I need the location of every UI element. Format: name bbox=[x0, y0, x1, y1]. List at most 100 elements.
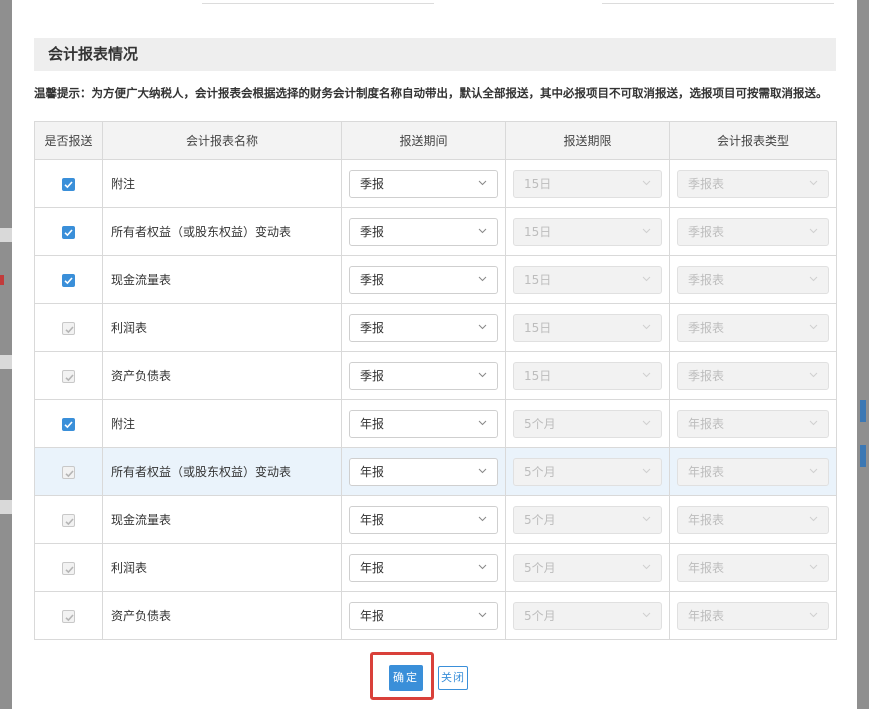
period-select[interactable]: 年报 bbox=[349, 409, 498, 438]
deadline-cell: 5个月 bbox=[505, 447, 670, 496]
report-type-select: 季报表 bbox=[677, 265, 829, 294]
report-type-select: 季报表 bbox=[677, 169, 829, 198]
period-cell: 年报 bbox=[341, 495, 506, 544]
send-cell bbox=[34, 495, 103, 544]
deadline-select: 5个月 bbox=[513, 457, 662, 486]
period-value: 季报 bbox=[360, 368, 385, 383]
period-value: 季报 bbox=[360, 176, 385, 191]
period-cell: 季报 bbox=[341, 255, 506, 304]
report-type-select: 年报表 bbox=[677, 553, 829, 582]
top-field-right bbox=[602, 0, 834, 4]
table-row: 利润表 年报 5个月 年报表 bbox=[34, 543, 837, 592]
period-select[interactable]: 年报 bbox=[349, 601, 498, 630]
deadline-cell: 5个月 bbox=[505, 399, 670, 448]
period-value: 季报 bbox=[360, 224, 385, 239]
period-cell: 年报 bbox=[341, 447, 506, 496]
deadline-cell: 15日 bbox=[505, 159, 670, 208]
deadline-cell: 15日 bbox=[505, 207, 670, 256]
deadline-value: 15日 bbox=[524, 176, 552, 191]
period-select[interactable]: 季报 bbox=[349, 265, 498, 294]
report-name-cell: 附注 bbox=[102, 399, 342, 448]
period-cell: 年报 bbox=[341, 591, 506, 640]
report-type-cell: 年报表 bbox=[669, 495, 837, 544]
report-dialog: 会计报表情况 温馨提示：为方便广大纳税人，会计报表会根据选择的财务会计制度名称自… bbox=[12, 0, 857, 709]
deadline-select: 5个月 bbox=[513, 601, 662, 630]
report-table: 是否报送 会计报表名称 报送期间 报送期限 会计报表类型 附注 季报 15日 季报表所… bbox=[34, 121, 837, 640]
deadline-value: 15日 bbox=[524, 272, 552, 287]
period-select[interactable]: 季报 bbox=[349, 361, 498, 390]
period-cell: 季报 bbox=[341, 303, 506, 352]
background-page-right bbox=[857, 0, 869, 709]
header-report-name: 会计报表名称 bbox=[102, 121, 342, 160]
table-header-row: 是否报送 会计报表名称 报送期间 报送期限 会计报表类型 bbox=[34, 121, 837, 160]
deadline-cell: 5个月 bbox=[505, 495, 670, 544]
report-type-select: 季报表 bbox=[677, 217, 829, 246]
report-name-cell: 资产负债表 bbox=[102, 351, 342, 400]
period-value: 年报 bbox=[360, 416, 385, 431]
report-type-value: 年报表 bbox=[688, 416, 725, 431]
report-type-select: 年报表 bbox=[677, 409, 829, 438]
period-select[interactable]: 季报 bbox=[349, 217, 498, 246]
send-cell bbox=[34, 447, 103, 496]
send-checkbox[interactable] bbox=[62, 273, 75, 287]
send-cell bbox=[34, 351, 103, 400]
deadline-select: 15日 bbox=[513, 361, 662, 390]
send-checkbox bbox=[62, 465, 75, 479]
deadline-select: 5个月 bbox=[513, 409, 662, 438]
deadline-value: 5个月 bbox=[524, 560, 556, 575]
send-cell bbox=[34, 207, 103, 256]
period-select[interactable]: 年报 bbox=[349, 553, 498, 582]
report-type-value: 年报表 bbox=[688, 608, 725, 623]
tip-text: 温馨提示：为方便广大纳税人，会计报表会根据选择的财务会计制度名称自动带出，默认全… bbox=[34, 86, 828, 100]
deadline-value: 15日 bbox=[524, 224, 552, 239]
close-button[interactable]: 关闭 bbox=[438, 666, 468, 690]
table-row: 所有者权益（或股东权益）变动表 季报 15日 季报表 bbox=[34, 207, 837, 256]
deadline-cell: 15日 bbox=[505, 255, 670, 304]
period-select[interactable]: 年报 bbox=[349, 505, 498, 534]
report-name-cell: 所有者权益（或股东权益）变动表 bbox=[102, 207, 342, 256]
report-type-cell: 季报表 bbox=[669, 159, 837, 208]
report-type-value: 年报表 bbox=[688, 464, 725, 479]
report-type-cell: 季报表 bbox=[669, 351, 837, 400]
deadline-select: 15日 bbox=[513, 265, 662, 294]
period-cell: 年报 bbox=[341, 543, 506, 592]
deadline-cell: 5个月 bbox=[505, 591, 670, 640]
period-select[interactable]: 年报 bbox=[349, 457, 498, 486]
send-cell bbox=[34, 255, 103, 304]
report-type-cell: 年报表 bbox=[669, 543, 837, 592]
period-value: 年报 bbox=[360, 512, 385, 527]
send-cell bbox=[34, 591, 103, 640]
report-type-value: 季报表 bbox=[688, 272, 725, 287]
table-row: 所有者权益（或股东权益）变动表 年报 5个月 年报表 bbox=[34, 447, 837, 496]
period-cell: 季报 bbox=[341, 351, 506, 400]
deadline-cell: 15日 bbox=[505, 303, 670, 352]
report-type-select: 年报表 bbox=[677, 601, 829, 630]
report-name-cell: 现金流量表 bbox=[102, 255, 342, 304]
table-row: 现金流量表 季报 15日 季报表 bbox=[34, 255, 837, 304]
report-type-value: 年报表 bbox=[688, 560, 725, 575]
report-type-value: 季报表 bbox=[688, 224, 725, 239]
send-checkbox[interactable] bbox=[62, 225, 75, 239]
period-select[interactable]: 季报 bbox=[349, 313, 498, 342]
confirm-button[interactable]: 确定 bbox=[389, 665, 423, 691]
button-area: 确定 关闭 bbox=[370, 652, 490, 702]
deadline-select: 15日 bbox=[513, 217, 662, 246]
report-type-cell: 季报表 bbox=[669, 303, 837, 352]
period-value: 年报 bbox=[360, 464, 385, 479]
report-type-select: 年报表 bbox=[677, 505, 829, 534]
send-cell bbox=[34, 543, 103, 592]
period-cell: 季报 bbox=[341, 159, 506, 208]
report-name-cell: 附注 bbox=[102, 159, 342, 208]
period-value: 季报 bbox=[360, 320, 385, 335]
deadline-select: 15日 bbox=[513, 313, 662, 342]
send-checkbox[interactable] bbox=[62, 417, 75, 431]
period-cell: 季报 bbox=[341, 207, 506, 256]
period-select[interactable]: 季报 bbox=[349, 169, 498, 198]
report-name-cell: 利润表 bbox=[102, 303, 342, 352]
header-send: 是否报送 bbox=[34, 121, 103, 160]
report-name-cell: 所有者权益（或股东权益）变动表 bbox=[102, 447, 342, 496]
send-checkbox[interactable] bbox=[62, 177, 75, 191]
section-title: 会计报表情况 bbox=[34, 38, 836, 71]
deadline-select: 5个月 bbox=[513, 553, 662, 582]
table-row: 利润表 季报 15日 季报表 bbox=[34, 303, 837, 352]
